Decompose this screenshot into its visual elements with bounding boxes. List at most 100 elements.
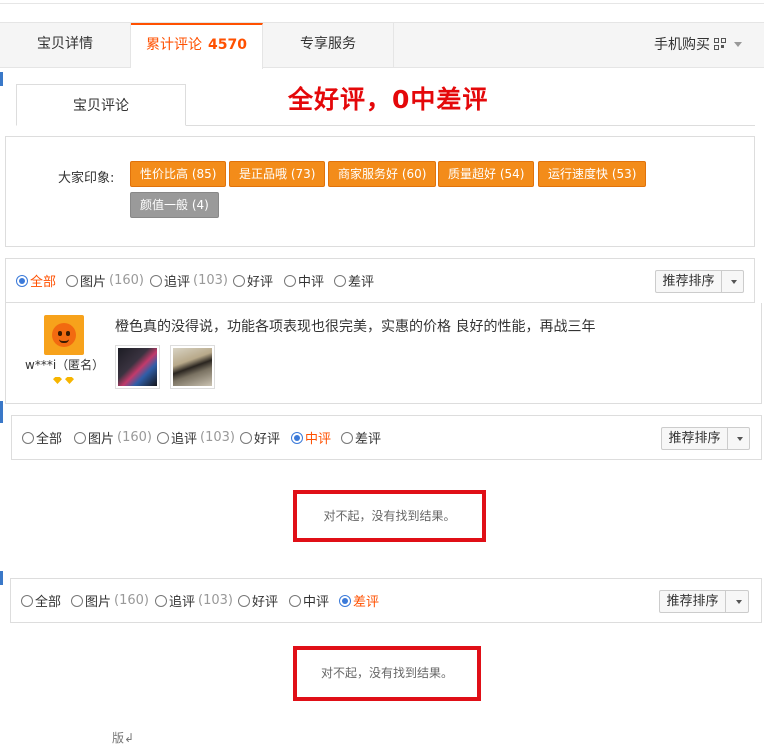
tab-reviews[interactable]: 累计评论 4570 [131, 23, 263, 69]
filter-followup-label: 追评 [169, 595, 196, 610]
radio-selected-icon [291, 431, 303, 444]
impression-tag[interactable]: 质量超好 (54) [438, 161, 535, 187]
top-divider [0, 0, 764, 4]
radio-icon [233, 274, 245, 287]
empty-result-message: 对不起，没有找到结果。 [293, 490, 486, 542]
filter-positive[interactable]: 好评 [233, 259, 273, 302]
filter-positive-label: 好评 [252, 595, 279, 610]
radio-icon [240, 431, 252, 444]
radio-icon [150, 274, 162, 287]
radio-icon [289, 594, 301, 607]
filter-all[interactable]: 全部 [21, 579, 61, 622]
impression-tag[interactable]: 运行速度快 (53) [538, 161, 647, 187]
filter-positive-label: 好评 [247, 275, 274, 290]
filter-followup[interactable]: 追评 (103) [155, 579, 233, 622]
filter-neutral[interactable]: 中评 [284, 259, 324, 302]
filter-followup-count: (103) [200, 430, 235, 445]
filter-negative-label: 差评 [355, 432, 382, 447]
filter-pictures-count: (160) [109, 273, 144, 288]
avatar [44, 315, 84, 355]
radio-icon [284, 274, 296, 287]
tab-exclusive-service[interactable]: 专享服务 [263, 23, 394, 68]
sort-dropdown[interactable]: 推荐排序 [661, 427, 750, 450]
sort-label: 推荐排序 [656, 271, 722, 292]
review-text: 橙色真的没得说，功能各项表现也很完美，实惠的价格 良好的性能，再战三年 [115, 319, 596, 335]
filter-all-label: 全部 [36, 432, 63, 447]
filter-followup-count: (103) [198, 593, 233, 608]
filter-pictures-count: (160) [114, 593, 149, 608]
sort-label: 推荐排序 [660, 591, 726, 612]
radio-icon [22, 431, 34, 444]
impression-tag[interactable]: 商家服务好 (60) [328, 161, 437, 187]
filter-followup-label: 追评 [164, 275, 191, 290]
filter-all[interactable]: 全部 [16, 259, 56, 302]
filter-neutral[interactable]: 中评 [291, 416, 331, 459]
sort-dropdown[interactable]: 推荐排序 [659, 590, 749, 613]
filter-pictures-label: 图片 [88, 432, 115, 447]
chevron-down-icon [737, 437, 743, 441]
filter-pictures[interactable]: 图片 (160) [71, 579, 149, 622]
tab-item-detail[interactable]: 宝贝详情 [0, 23, 131, 68]
filter-positive[interactable]: 好评 [240, 416, 280, 459]
chevron-down-icon [734, 42, 742, 47]
filter-followup[interactable]: 追评 (103) [157, 416, 235, 459]
review-filter-bar: 全部 图片 (160) 追评 (103) 好评 中评 差评 推荐排序 [11, 415, 762, 460]
filter-all-label: 全部 [35, 595, 62, 610]
tab-bar: 宝贝详情 累计评论 4570 专享服务 手机购买 [0, 22, 764, 69]
review-photo[interactable] [170, 345, 215, 389]
review-filter-bar: 全部 图片 (160) 追评 (103) 好评 中评 差评 推荐排序 [5, 258, 755, 303]
filter-followup-label: 追评 [171, 432, 198, 447]
tab-product-reviews[interactable]: 宝贝评论 [16, 84, 186, 126]
filter-pictures-label: 图片 [85, 595, 112, 610]
impression-tag[interactable]: 性价比高 (85) [130, 161, 227, 187]
empty-result-message: 对不起，没有找到结果。 [293, 646, 481, 701]
filter-followup-count: (103) [193, 273, 228, 288]
radio-icon [66, 274, 78, 287]
radio-icon [238, 594, 250, 607]
filter-negative[interactable]: 差评 [334, 259, 374, 302]
filter-neutral-label: 中评 [298, 275, 325, 290]
filter-negative[interactable]: 差评 [341, 416, 381, 459]
filter-all-label: 全部 [30, 275, 57, 290]
sort-dropdown[interactable]: 推荐排序 [655, 270, 744, 293]
review-photo[interactable] [115, 345, 160, 389]
filter-neutral[interactable]: 中评 [289, 579, 329, 622]
filter-pictures-label: 图片 [80, 275, 107, 290]
chevron-down-icon [736, 600, 742, 604]
impressions-panel: 大家印象: 性价比高 (85) 是正品哦 (73) 商家服务好 (60) 质量超… [5, 136, 755, 247]
radio-selected-icon [16, 274, 28, 287]
radio-icon [157, 431, 169, 444]
filter-pictures[interactable]: 图片 (160) [66, 259, 144, 302]
radio-icon [74, 431, 86, 444]
radio-icon [341, 431, 353, 444]
impression-tag[interactable]: 颜值一般 (4) [130, 192, 219, 218]
filter-neutral-label: 中评 [303, 595, 330, 610]
radio-selected-icon [339, 594, 351, 607]
filter-pictures[interactable]: 图片 (160) [74, 416, 152, 459]
filter-negative-label: 差评 [348, 275, 375, 290]
filter-negative[interactable]: 差评 [339, 579, 379, 622]
mobile-buy-label: 手机购买 [654, 37, 710, 53]
tab-reviews-label: 累计评论 [146, 37, 203, 53]
annotation-headline: 全好评，0中差评 [288, 85, 489, 114]
reviewer-name: w***i（匿名） [25, 358, 105, 372]
mobile-buy-button[interactable]: 手机购买 [654, 23, 742, 68]
review-filter-bar: 全部 图片 (160) 追评 (103) 好评 中评 差评 推荐排序 [10, 578, 762, 623]
filter-pictures-count: (160) [117, 430, 152, 445]
review-count: 4570 [208, 37, 247, 53]
left-edge-marker [0, 571, 3, 585]
filter-positive[interactable]: 好评 [238, 579, 278, 622]
chevron-down-icon [731, 280, 737, 284]
impression-tag[interactable]: 是正品哦 (73) [229, 161, 326, 187]
radio-icon [71, 594, 83, 607]
filter-all[interactable]: 全部 [22, 416, 62, 459]
left-edge-marker [0, 72, 3, 86]
left-edge-marker [0, 401, 3, 423]
radio-icon [155, 594, 167, 607]
qr-code-icon [714, 38, 726, 50]
filter-followup[interactable]: 追评 (103) [150, 259, 228, 302]
filter-positive-label: 好评 [254, 432, 281, 447]
sort-label: 推荐排序 [662, 428, 728, 449]
filter-neutral-label: 中评 [305, 432, 332, 447]
radio-icon [21, 594, 33, 607]
